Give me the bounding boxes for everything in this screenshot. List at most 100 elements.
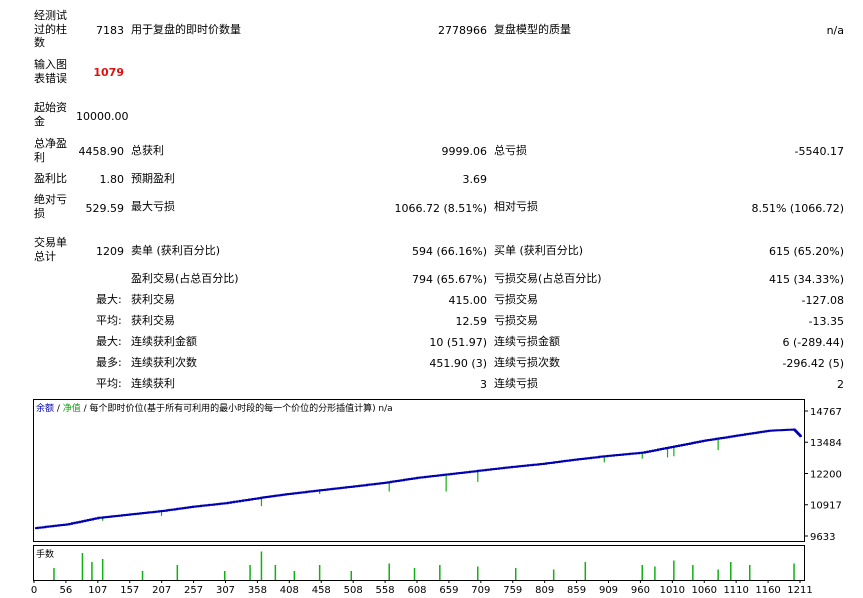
x-tick-label: 257 bbox=[184, 585, 203, 596]
balance-legend: 余额 bbox=[36, 404, 55, 414]
gross-loss-label: 总亏损 bbox=[494, 144, 527, 157]
ticks-value: 2778966 bbox=[438, 24, 487, 37]
chart-header: 余额 / 净值 / 每个即时价位(基于所有可利用的最小时段的每一个价位的分形插值… bbox=[36, 401, 393, 414]
loss-trades-value: 415 (34.33%) bbox=[768, 273, 844, 286]
net-profit-label: 总净盈利 bbox=[34, 137, 67, 164]
y-tick-label: 9633 bbox=[810, 532, 835, 543]
total-trades-value: 1209 bbox=[96, 245, 124, 258]
gross-profit-label: 总获利 bbox=[131, 144, 164, 157]
expected-payoff-value: 3.69 bbox=[462, 173, 488, 186]
loss-trades-label: 亏损交易(占总百分比) bbox=[494, 272, 602, 285]
equity-legend: 净值 bbox=[62, 404, 81, 414]
profit-factor-value: 1.80 bbox=[99, 173, 125, 186]
quality-value: n/a bbox=[826, 24, 844, 37]
errors-value: 1079 bbox=[93, 66, 124, 79]
volume-chart: 手数 bbox=[33, 545, 805, 581]
x-tick-label: 1060 bbox=[692, 585, 717, 596]
largest-profit-label: 获利交易 bbox=[131, 293, 175, 306]
largest-prefix: 最大: bbox=[96, 293, 122, 306]
x-tick-label: 558 bbox=[376, 585, 395, 596]
avg-prefix: 平均: bbox=[96, 377, 122, 390]
x-tick-label: 1110 bbox=[723, 585, 748, 596]
x-tick-label: 1160 bbox=[755, 585, 780, 596]
max-cons-wins-money-label: 连续获利金额 bbox=[131, 335, 197, 348]
max-cons-profit-value: 451.90 (3) bbox=[429, 357, 487, 370]
largest-loss-value: -127.08 bbox=[801, 294, 844, 307]
net-profit-value: 4458.90 bbox=[78, 145, 125, 158]
x-tick-label: 458 bbox=[312, 585, 331, 596]
gross-loss-value: -5540.17 bbox=[794, 145, 844, 158]
rel-drawdown-label: 相对亏损 bbox=[494, 200, 538, 213]
abs-drawdown-label: 绝对亏损 bbox=[34, 193, 67, 220]
balance-chart: 余额 / 净值 / 每个即时价位(基于所有可利用的最小时段的每一个价位的分形插值… bbox=[33, 399, 805, 542]
x-tick-label: 1211 bbox=[787, 585, 812, 596]
quality-label: 复盘模型的质量 bbox=[494, 23, 571, 36]
legend-separator: / bbox=[54, 404, 63, 414]
balance-line bbox=[35, 428, 802, 530]
max-cons-profit-label: 连续获利次数 bbox=[131, 356, 197, 369]
x-tick-label: 56 bbox=[60, 585, 73, 596]
max-cons-losses-money-value: 6 (-289.44) bbox=[782, 336, 844, 349]
gross-profit-value: 9999.06 bbox=[441, 145, 488, 158]
average-profit-value: 12.59 bbox=[455, 315, 488, 328]
profit-factor-label: 盈利比 bbox=[34, 172, 67, 185]
average-profit-label: 获利交易 bbox=[131, 314, 175, 327]
average-loss-label: 亏损交易 bbox=[494, 314, 538, 327]
x-tick-label: 358 bbox=[248, 585, 267, 596]
average-prefix: 平均: bbox=[96, 314, 122, 327]
avg-cons-losses-label: 连续亏损 bbox=[494, 377, 538, 390]
largest-loss-label: 亏损交易 bbox=[494, 293, 538, 306]
x-tick-label: 0 bbox=[31, 585, 37, 596]
chart-header-rest: / 每个即时价位(基于所有可利用的最小时段的每一个价位的分形插值计算) n/a bbox=[80, 404, 393, 414]
max-cons-loss-value: -296.42 (5) bbox=[782, 357, 844, 370]
x-tick-label: 608 bbox=[407, 585, 426, 596]
max-drawdown-label: 最大亏损 bbox=[131, 200, 175, 213]
volume-label: 手数 bbox=[36, 550, 55, 560]
max-cons-wins-money-value: 10 (51.97) bbox=[429, 336, 487, 349]
bars-label: 经测试过的柱数 bbox=[34, 9, 67, 49]
total-trades-label: 交易单总计 bbox=[34, 236, 67, 263]
long-trades-value: 615 (65.20%) bbox=[768, 245, 844, 258]
avg-cons-wins-value: 3 bbox=[480, 378, 487, 391]
deposit-value: 10000.00 bbox=[76, 110, 129, 123]
y-tick-label: 13484 bbox=[810, 438, 842, 449]
bars-value: 7183 bbox=[96, 24, 124, 37]
x-tick-label: 759 bbox=[503, 585, 522, 596]
long-trades-label: 买单 (获利百分比) bbox=[494, 244, 584, 257]
profit-trades-value: 794 (65.67%) bbox=[411, 273, 487, 286]
x-tick-label: 307 bbox=[216, 585, 235, 596]
rel-drawdown-value: 8.51% (1066.72) bbox=[751, 202, 844, 215]
avg-cons-wins-label: 连续获利 bbox=[131, 377, 175, 390]
x-tick-label: 1010 bbox=[660, 585, 685, 596]
x-tick-label: 960 bbox=[631, 585, 650, 596]
most-prefix: 最多: bbox=[96, 356, 122, 369]
average-loss-value: -13.35 bbox=[808, 315, 844, 328]
abs-drawdown-value: 529.59 bbox=[85, 202, 125, 215]
x-tick-label: 809 bbox=[535, 585, 554, 596]
ticks-label: 用于复盘的即时价数量 bbox=[131, 23, 241, 36]
balance-chart-svg bbox=[35, 428, 802, 530]
y-axis: 14767 13484 12200 10917 9633 bbox=[804, 407, 842, 543]
x-axis: 0 56 107 157 207 257 307 358 408 458 508 558 608 659 7… bbox=[31, 580, 813, 596]
y-tick-label: 10917 bbox=[810, 501, 842, 512]
x-tick-label: 709 bbox=[471, 585, 490, 596]
max-drawdown-value: 1066.72 (8.51%) bbox=[394, 202, 487, 215]
errors-label: 输入图表错误 bbox=[34, 58, 67, 85]
deposit-label: 起始资金 bbox=[34, 101, 67, 128]
y-tick-label: 14767 bbox=[810, 407, 842, 418]
max-cons-losses-money-label: 连续亏损金额 bbox=[494, 335, 560, 348]
x-tick-label: 157 bbox=[120, 585, 139, 596]
max-cons-loss-label: 连续亏损次数 bbox=[494, 356, 560, 369]
x-tick-label: 207 bbox=[152, 585, 171, 596]
short-trades-value: 594 (66.16%) bbox=[411, 245, 487, 258]
x-tick-label: 909 bbox=[599, 585, 618, 596]
x-tick-label: 408 bbox=[280, 585, 299, 596]
y-tick-label: 12200 bbox=[810, 470, 842, 481]
short-trades-label: 卖单 (获利百分比) bbox=[131, 244, 221, 257]
profit-trades-label: 盈利交易(占总百分比) bbox=[131, 272, 239, 285]
x-tick-label: 659 bbox=[439, 585, 458, 596]
max-prefix: 最大: bbox=[96, 335, 122, 348]
x-tick-label: 859 bbox=[567, 585, 586, 596]
avg-cons-losses-value: 2 bbox=[837, 378, 844, 391]
volume-chart-svg bbox=[53, 551, 795, 580]
